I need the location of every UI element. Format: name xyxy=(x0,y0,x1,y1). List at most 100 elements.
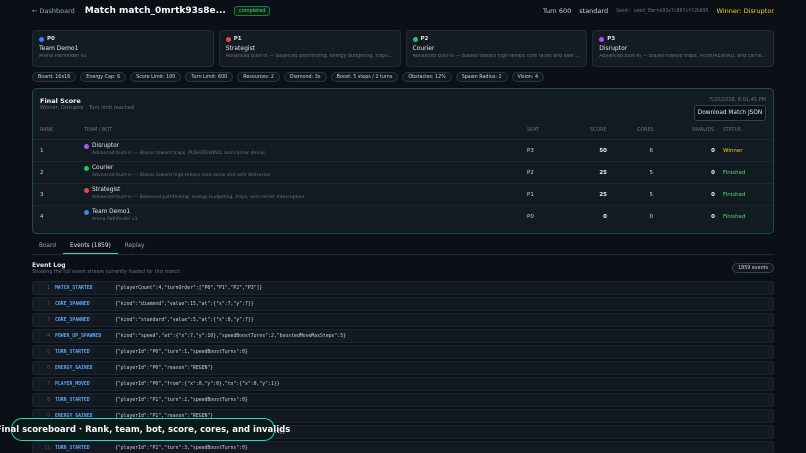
column-header-seat: SEAT xyxy=(527,128,539,133)
player-cards: P0 Team Demo1 Arena Pathfinder v1 P1 Str… xyxy=(32,30,774,67)
winner-label: Winner: Disruptor xyxy=(716,7,774,15)
player-color-dot xyxy=(225,36,231,42)
player-name: Strategist xyxy=(225,45,256,52)
event-row[interactable]: 6 ENERGY_GAINED {"playerId":"P0","reason":… xyxy=(32,361,774,375)
player-color-dot xyxy=(599,36,605,42)
team-cell: Courier Advanced built-in — Biases towar… xyxy=(84,165,272,178)
invalids-cell: 0 xyxy=(711,214,715,220)
event-kind: CORE_SPAWNED xyxy=(55,318,90,323)
player-description: Advanced built-in — Biases toward high-t… xyxy=(412,54,581,59)
status-cell: Winner xyxy=(723,148,743,154)
player-name: Courier xyxy=(412,45,435,52)
event-row[interactable]: 11 TURN_STARTED {"playerId":"P2","turn":3,… xyxy=(32,441,774,453)
event-payload: {"playerId":"P2","turn":3,"speedBoostTur… xyxy=(115,446,248,451)
player-description: Arena Pathfinder v1 xyxy=(39,54,87,59)
event-number: 1 xyxy=(47,286,50,291)
event-payload: {"kind":"diamond","value":15,"at":{"x":7… xyxy=(115,302,254,307)
invalids-cell: 0 xyxy=(711,192,715,198)
event-row[interactable]: 7 PLAYER_MOVED {"playerId":"P0","from":{"x… xyxy=(32,377,774,391)
final-score-title: Final Score xyxy=(40,97,81,105)
event-kind: PLAYER_MOVED xyxy=(55,382,90,387)
team-cell: Team Demo1 Arena Pathfinder v1 xyxy=(84,209,138,222)
seat-cell: P1 xyxy=(527,192,534,198)
event-number: 2 xyxy=(47,302,50,307)
match-settings: Board: 16x16 Energy Cap: 6 Score Limit: … xyxy=(32,72,774,82)
score-cell: 0 xyxy=(603,214,607,220)
event-row[interactable]: 2 CORE_SPAWNED {"kind":"diamond","value":1… xyxy=(32,297,774,311)
game-mode: standard xyxy=(579,7,609,15)
table-row: 4 Team Demo1 Arena Pathfinder v1 P0 0 0 … xyxy=(33,205,773,227)
event-row[interactable]: 1 MATCH_STARTED {"playerCount":4,"turnOrde… xyxy=(32,281,774,295)
invalids-cell: 0 xyxy=(711,170,715,176)
score-cell: 25 xyxy=(599,192,607,198)
caption-overlay: Final scoreboard · Rank, team, bot, scor… xyxy=(0,418,290,441)
tab-replay[interactable]: Replay xyxy=(118,240,152,254)
event-number: 5 xyxy=(47,350,50,355)
event-payload: {"kind":"standard","value":5,"at":{"x":0… xyxy=(115,318,254,323)
team-color-dot xyxy=(84,187,89,193)
score-cell: 25 xyxy=(599,170,607,176)
team-description: Advanced built-in — Biases toward high-t… xyxy=(92,173,272,178)
final-score-timestamp: 7/20/2026, 8:01:45 PM xyxy=(708,97,766,103)
status-cell: Finished xyxy=(723,170,746,176)
column-header-team: TEAM / BOT xyxy=(84,128,112,133)
team-cell: Strategist Advanced built-in — Balanced … xyxy=(84,187,306,200)
back-to-dashboard-link[interactable]: ← Dashboard xyxy=(32,7,75,15)
event-row[interactable]: 3 CORE_SPAWNED {"kind":"standard","value":… xyxy=(32,313,774,327)
setting-chip: Boost: 5 steps / 2 turns xyxy=(330,72,399,82)
event-payload: {"playerCount":4,"turnOrder":["P0","P1",… xyxy=(115,286,263,291)
player-color-dot xyxy=(39,36,44,42)
player-name: Disruptor xyxy=(599,45,628,52)
event-row[interactable]: 5 TURN_STARTED {"playerId":"P0","turn":1,"… xyxy=(32,345,774,359)
event-row[interactable]: 8 TURN_STARTED {"playerId":"P1","turn":2,"… xyxy=(32,393,774,407)
team-color-dot xyxy=(84,165,89,171)
tab-board[interactable]: Board xyxy=(32,240,63,254)
seat-cell: P2 xyxy=(527,170,534,176)
player-seat: P1 xyxy=(233,36,242,42)
download-match-json-button[interactable]: Download Match JSON xyxy=(694,105,766,121)
final-score-panel: Final Score Winner: Disruptor · Turn lim… xyxy=(32,88,774,234)
team-name: Courier xyxy=(92,165,114,171)
team-description: Advanced built-in — Biases toward traps,… xyxy=(92,151,267,156)
setting-chip: Vision: 4 xyxy=(511,72,545,82)
cores-cell: 6 xyxy=(649,148,654,154)
event-log-subtitle: Showing the full event stream currently … xyxy=(32,270,182,275)
event-number: 11 xyxy=(44,446,50,451)
player-card: P1 Strategist Advanced built-in — Balanc… xyxy=(218,30,401,67)
setting-chip: Spawn Radius: 2 xyxy=(455,72,508,82)
event-row[interactable]: 4 POWER_UP_SPAWNED {"kind":"speed","at":{"… xyxy=(32,329,774,343)
event-number: 7 xyxy=(47,382,50,387)
player-color-dot xyxy=(412,36,418,42)
team-name: Disruptor xyxy=(92,143,120,149)
event-kind: TURN_STARTED xyxy=(55,350,90,355)
team-cell: Disruptor Advanced built-in — Biases tow… xyxy=(84,143,266,156)
setting-chip: Score Limit: 100 xyxy=(130,72,182,82)
column-header-rank: RANK xyxy=(40,128,54,133)
event-kind: CORE_SPAWNED xyxy=(55,302,90,307)
event-number: 8 xyxy=(47,398,50,403)
player-card: P3 Disruptor Advanced built-in — Biases … xyxy=(592,30,774,67)
player-seat: P3 xyxy=(607,36,616,42)
setting-chip: Resources: 2 xyxy=(237,72,280,82)
player-seat: P2 xyxy=(420,36,429,42)
status-cell: Finished xyxy=(723,214,746,220)
match-meta: Turn 600 standard Seed: seed_0mrtk93s7c8… xyxy=(543,7,774,15)
player-card: P2 Courier Advanced built-in — Biases to… xyxy=(405,30,588,67)
final-score-subtitle: Winner: Disruptor · Turn limit reached xyxy=(40,105,134,111)
player-seat: P0 xyxy=(47,36,55,42)
tab-events[interactable]: Events (1859) xyxy=(63,240,118,254)
setting-chip: Turn Limit: 600 xyxy=(185,72,234,82)
event-kind: TURN_STARTED xyxy=(55,398,90,403)
event-number: 4 xyxy=(47,334,50,339)
scoreboard-header: RANK TEAM / BOT SEAT SCORE CORES INVALID… xyxy=(40,128,768,136)
column-header-cores: CORES xyxy=(637,128,654,133)
team-name: Team Demo1 xyxy=(92,209,131,215)
setting-chip: Diamond: 3x xyxy=(283,72,327,82)
event-kind: MATCH_STARTED xyxy=(55,286,93,291)
rank-cell: 2 xyxy=(40,170,44,176)
event-payload: {"playerId":"P0","turn":1,"speedBoostTur… xyxy=(115,350,248,355)
event-kind: POWER_UP_SPAWNED xyxy=(55,334,102,339)
event-number: 3 xyxy=(47,318,50,323)
team-description: Advanced built-in — Balanced pathfinding… xyxy=(92,195,306,200)
column-header-status: STATUS xyxy=(723,128,741,133)
